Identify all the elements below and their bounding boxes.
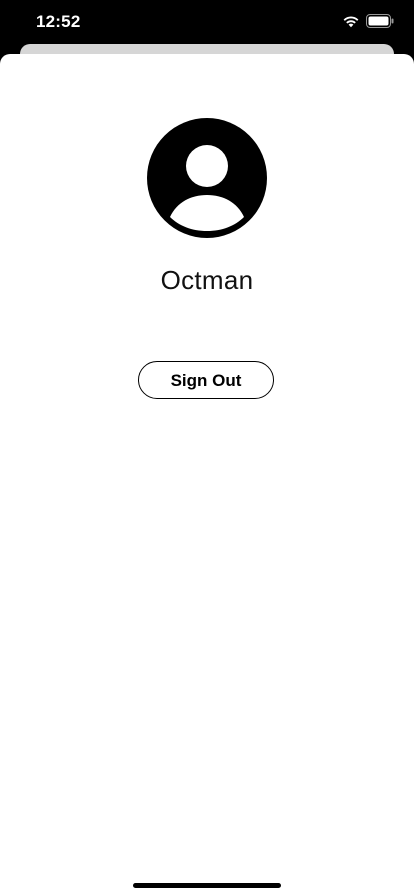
profile-screen: 12:52 Octman Sign Out <box>0 0 414 896</box>
profile-sheet: Octman Sign Out <box>0 54 414 896</box>
sign-out-button[interactable]: Sign Out <box>138 361 274 399</box>
battery-icon <box>366 14 394 28</box>
display-name: Octman <box>160 265 254 295</box>
status-bar: 12:52 <box>0 0 414 44</box>
wifi-icon <box>343 16 359 28</box>
status-time: 12:52 <box>36 12 81 31</box>
home-indicator[interactable] <box>133 883 281 888</box>
person-circle-icon <box>147 118 267 238</box>
